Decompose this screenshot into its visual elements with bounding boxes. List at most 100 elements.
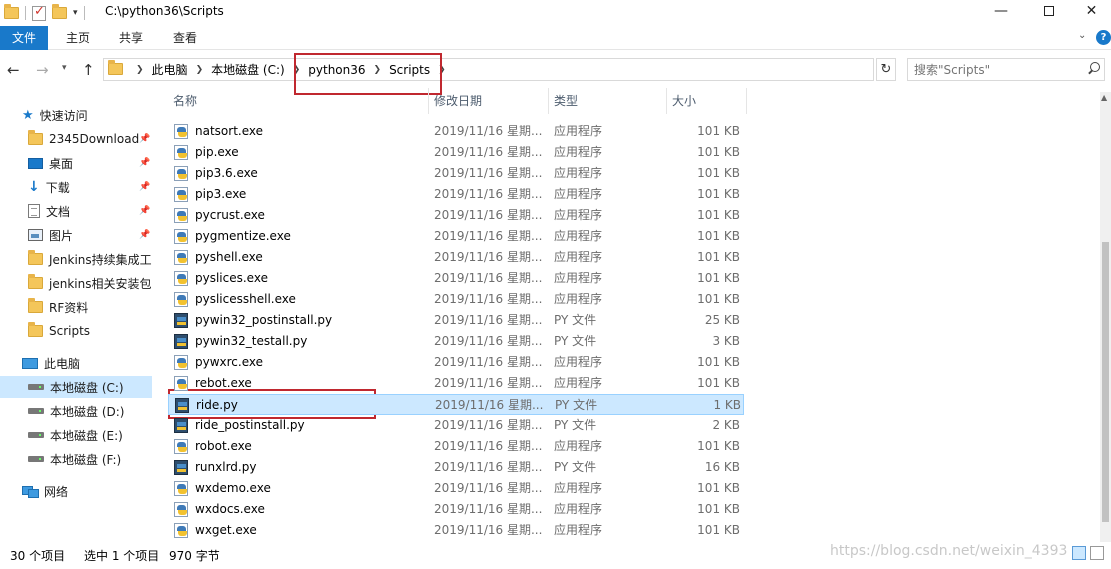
table-row[interactable]: wxdocs.exe 2019/11/16 星期... 应用程序 101 KB <box>168 499 744 520</box>
table-row[interactable]: rebot.exe 2019/11/16 星期... 应用程序 101 KB <box>168 373 744 394</box>
file-date: 2019/11/16 星期... <box>434 355 543 369</box>
table-row[interactable]: wxdemo.exe 2019/11/16 星期... 应用程序 101 KB <box>168 478 744 499</box>
details-view-icon[interactable] <box>1072 546 1086 560</box>
refresh-icon: ↻ <box>880 62 892 77</box>
vertical-scrollbar[interactable] <box>1100 92 1111 542</box>
table-row[interactable]: pygmentize.exe 2019/11/16 星期... 应用程序 101 KB <box>168 226 744 247</box>
maximize-button[interactable] <box>1026 0 1072 22</box>
sidebar-item[interactable]: 2345Download 📌 <box>0 128 160 150</box>
python-file-icon <box>175 398 189 413</box>
sidebar-item[interactable]: Jenkins持续集成工 <box>0 248 160 270</box>
minimize-button[interactable]: — <box>978 0 1024 22</box>
column-header-size[interactable]: 大小 <box>667 88 747 114</box>
sidebar-item[interactable]: 图片 📌 <box>0 224 160 246</box>
sidebar-item[interactable]: 桌面 📌 <box>0 152 160 174</box>
sidebar-item[interactable]: 网络 <box>0 480 160 502</box>
column-header-type[interactable]: 类型 <box>549 88 667 114</box>
new-folder-icon[interactable] <box>52 4 67 19</box>
table-row[interactable]: ride_postinstall.py 2019/11/16 星期... PY 文件… <box>168 415 744 436</box>
table-row[interactable]: pip3.6.exe 2019/11/16 星期... 应用程序 101 KB <box>168 163 744 184</box>
breadcrumb-this-pc[interactable]: 此电脑 <box>152 61 188 78</box>
table-row[interactable]: pywin32_testall.py 2019/11/16 星期... PY 文件 3… <box>168 331 744 352</box>
file-name: pygmentize.exe <box>195 229 291 243</box>
tab-share[interactable]: 共享 <box>110 26 152 50</box>
chevron-down-icon[interactable]: ▾ <box>73 8 78 18</box>
column-header-date[interactable]: 修改日期 <box>429 88 549 114</box>
pin-icon: 📌 <box>139 230 151 240</box>
sidebar-item-label: 本地磁盘 (E:) <box>50 428 123 443</box>
sidebar-item[interactable]: 本地磁盘 (F:) <box>0 448 160 470</box>
properties-icon[interactable] <box>32 4 46 21</box>
file-size: 101 KB <box>697 376 740 390</box>
search-icon[interactable] <box>1087 62 1100 74</box>
table-row[interactable]: pyslicesshell.exe 2019/11/16 星期... 应用程序 101… <box>168 289 744 310</box>
tab-view[interactable]: 查看 <box>164 26 206 50</box>
maximize-icon <box>1044 6 1054 16</box>
table-row[interactable]: natsort.exe 2019/11/16 星期... 应用程序 101 KB <box>168 121 744 142</box>
search-box[interactable] <box>907 58 1105 81</box>
scrollbar-thumb[interactable] <box>1102 242 1109 522</box>
tab-home[interactable]: 主页 <box>58 26 98 50</box>
breadcrumb-drive-c[interactable]: 本地磁盘 (C:) <box>211 61 285 78</box>
recent-locations-icon[interactable]: ▾ <box>62 63 67 73</box>
file-type: 应用程序 <box>554 250 603 264</box>
python-file-icon <box>174 334 188 349</box>
table-row[interactable]: pywin32_postinstall.py 2019/11/16 星期... PY… <box>168 310 744 331</box>
title-bar: ▾ C:\python36\Scripts — ✕ <box>0 0 1111 26</box>
file-type: 应用程序 <box>554 124 603 138</box>
table-row[interactable]: pyshell.exe 2019/11/16 星期... 应用程序 101 KB <box>168 247 744 268</box>
selected-count: 选中 1 个项目 <box>84 549 160 563</box>
table-row[interactable]: runxlrd.py 2019/11/16 星期... PY 文件 16 KB <box>168 457 744 478</box>
sidebar-item[interactable]: 本地磁盘 (C:) <box>0 376 152 398</box>
file-name: pyslicesshell.exe <box>195 292 296 306</box>
file-size: 101 KB <box>697 292 740 306</box>
table-row[interactable]: robot.exe 2019/11/16 星期... 应用程序 101 KB <box>168 436 744 457</box>
sidebar-item[interactable]: ↓ 下载 📌 <box>0 176 160 198</box>
help-icon[interactable]: ? <box>1096 30 1111 45</box>
expand-ribbon-icon[interactable]: ⌄ <box>1078 30 1086 41</box>
item-count: 30 个项目 <box>10 549 66 563</box>
sidebar-item[interactable]: jenkins相关安装包 <box>0 272 160 294</box>
sidebar-item[interactable]: RF资料 <box>0 296 160 318</box>
folder-icon[interactable] <box>4 4 19 19</box>
file-type: 应用程序 <box>554 523 603 537</box>
file-date: 2019/11/16 星期... <box>434 187 543 201</box>
file-name: runxlrd.py <box>195 460 257 474</box>
large-icons-view-icon[interactable] <box>1090 546 1104 560</box>
scroll-up-icon[interactable]: ▲ <box>1101 93 1107 102</box>
table-row[interactable]: pycrust.exe 2019/11/16 星期... 应用程序 101 KB <box>168 205 744 226</box>
file-size: 101 KB <box>697 145 740 159</box>
column-header-name[interactable]: 名称 <box>168 88 429 114</box>
back-arrow-icon[interactable]: ← <box>7 61 20 79</box>
search-input[interactable] <box>908 59 1078 80</box>
address-bar[interactable]: ❯ 此电脑 ❯ 本地磁盘 (C:) ❯ python36 ❯ Scripts ❯… <box>103 58 970 81</box>
file-name: pip.exe <box>195 145 239 159</box>
sidebar-item[interactable]: ★ 快速访问 <box>0 104 160 126</box>
up-arrow-icon[interactable]: ↑ <box>82 61 95 79</box>
chevron-right-icon[interactable]: ❯ <box>136 65 144 75</box>
file-type: 应用程序 <box>554 229 603 243</box>
sidebar-item[interactable]: 本地磁盘 (E:) <box>0 424 160 446</box>
sidebar-item[interactable]: Scripts <box>0 320 160 342</box>
sidebar-item[interactable]: 本地磁盘 (D:) <box>0 400 160 422</box>
sidebar-item[interactable]: 文档 📌 <box>0 200 160 222</box>
pin-icon: 📌 <box>139 206 151 216</box>
file-type: 应用程序 <box>554 187 603 201</box>
table-row[interactable]: pywxrc.exe 2019/11/16 星期... 应用程序 101 KB <box>168 352 744 373</box>
file-size: 25 KB <box>704 313 740 327</box>
table-row[interactable]: pyslices.exe 2019/11/16 星期... 应用程序 101 KB <box>168 268 744 289</box>
navigation-pane: ★ 快速访问 2345Download 📌 桌面 📌 ↓ 下载 📌 文档 📌 图片 📌 Jenkins持续… <box>0 92 160 542</box>
table-row[interactable]: wxget.exe 2019/11/16 星期... 应用程序 101 KB <box>168 520 744 541</box>
chevron-right-icon[interactable]: ❯ <box>196 65 204 75</box>
sidebar-item-label: 本地磁盘 (D:) <box>50 404 125 419</box>
tab-file[interactable]: 文件 <box>0 26 48 50</box>
refresh-button[interactable]: ↻ <box>876 58 896 81</box>
table-row[interactable]: pip3.exe 2019/11/16 星期... 应用程序 101 KB <box>168 184 744 205</box>
close-button[interactable]: ✕ <box>1072 0 1111 22</box>
table-row[interactable]: ride.py 2019/11/16 星期... PY 文件 1 KB <box>168 394 744 415</box>
forward-arrow-icon[interactable]: → <box>36 61 49 79</box>
table-row[interactable]: pip.exe 2019/11/16 星期... 应用程序 101 KB <box>168 142 744 163</box>
sidebar-item[interactable]: 此电脑 <box>0 352 160 374</box>
file-type: 应用程序 <box>554 292 603 306</box>
file-name: ride_postinstall.py <box>195 418 305 432</box>
